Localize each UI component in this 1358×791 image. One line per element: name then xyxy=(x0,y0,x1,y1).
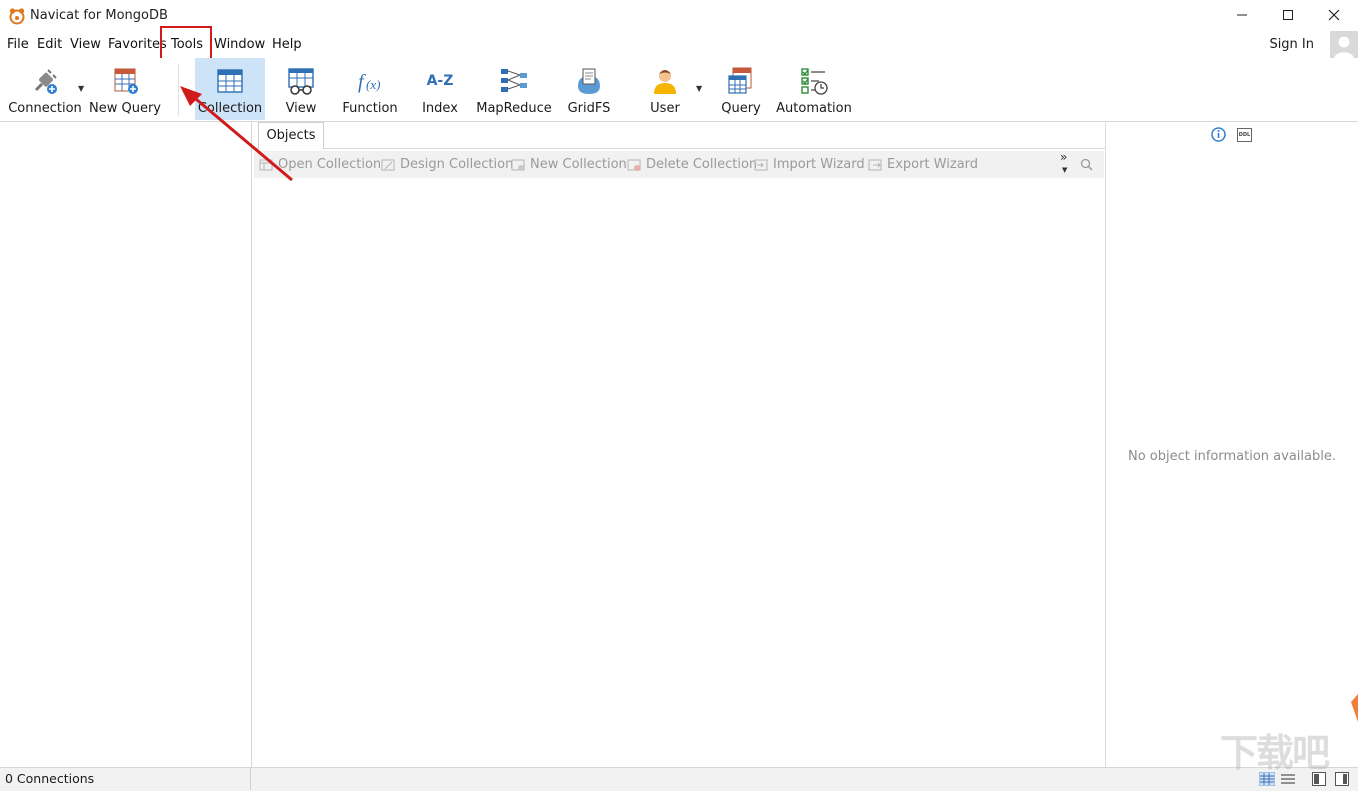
design-collection-button[interactable]: Design Collection xyxy=(381,157,513,172)
new-collection-icon xyxy=(511,159,525,171)
export-wizard-button[interactable]: Export Wizard xyxy=(868,157,978,172)
maximize-button[interactable] xyxy=(1265,0,1311,30)
list-view-icon[interactable] xyxy=(1280,772,1296,786)
function-fx-icon: f (x) xyxy=(358,71,380,93)
annotation-arrow-icon xyxy=(180,86,293,182)
user-label: User xyxy=(650,101,680,116)
function-button[interactable]: f (x) Function xyxy=(340,58,400,120)
search-icon[interactable] xyxy=(1080,158,1093,171)
index-az-icon: A-Z xyxy=(426,73,454,89)
query-icon xyxy=(728,67,752,94)
mapreduce-label: MapReduce xyxy=(476,101,552,116)
tools-highlight-box xyxy=(160,26,212,61)
menu-view[interactable]: View xyxy=(70,37,101,52)
user-dropdown-icon[interactable]: ▼ xyxy=(696,84,702,93)
ddl-icon[interactable]: DDL xyxy=(1237,128,1252,142)
new-query-label: New Query xyxy=(89,101,161,116)
menu-help[interactable]: Help xyxy=(272,37,302,52)
delete-collection-icon xyxy=(627,159,641,171)
export-wizard-label: Export Wizard xyxy=(887,157,979,172)
no-info-message: No object information available. xyxy=(1128,449,1336,464)
gridfs-label: GridFS xyxy=(567,101,611,116)
design-collection-label: Design Collection xyxy=(400,157,514,172)
close-button[interactable] xyxy=(1311,0,1357,30)
index-label: Index xyxy=(422,101,458,116)
sign-in-link[interactable]: Sign In xyxy=(1269,37,1314,52)
tab-bar xyxy=(252,122,1105,149)
gridfs-button[interactable]: GridFS xyxy=(563,58,615,120)
minimize-icon xyxy=(1237,14,1247,16)
gridfs-icon xyxy=(578,68,600,94)
connections-count: 0 Connections xyxy=(5,771,95,786)
plug-icon xyxy=(34,69,57,94)
new-collection-label: New Collection xyxy=(530,157,627,172)
window-title: Navicat for MongoDB xyxy=(30,8,168,23)
grid-view-icon[interactable] xyxy=(1259,772,1275,786)
query-label: Query xyxy=(721,101,761,116)
menu-window[interactable]: Window xyxy=(214,37,265,52)
new-query-button[interactable]: New Query xyxy=(89,58,161,120)
status-bar xyxy=(0,767,1358,791)
import-wizard-icon xyxy=(754,159,768,170)
design-collection-icon xyxy=(381,159,395,170)
more-tools-dropdown-icon[interactable]: ▼ xyxy=(1062,166,1067,174)
connections-pane[interactable] xyxy=(0,122,252,767)
connection-dropdown-icon[interactable]: ▼ xyxy=(78,84,84,93)
maximize-icon xyxy=(1283,10,1293,20)
more-tools-chevron-icon[interactable]: » xyxy=(1060,150,1067,164)
avatar-icon[interactable] xyxy=(1330,31,1358,59)
menu-file[interactable]: File xyxy=(7,37,29,52)
user-button[interactable]: User xyxy=(640,58,690,120)
navicat-logo-icon xyxy=(9,8,25,25)
user-person-icon xyxy=(654,70,676,94)
automation-label: Automation xyxy=(776,101,852,116)
automation-icon xyxy=(801,68,828,95)
delete-collection-button[interactable]: Delete Collection xyxy=(627,157,757,172)
watermark-logo: 下载吧 xyxy=(1220,731,1330,775)
close-icon xyxy=(1328,9,1340,21)
info-pane xyxy=(1106,122,1358,767)
import-wizard-button[interactable]: Import Wizard xyxy=(754,157,865,172)
function-label: Function xyxy=(342,101,398,116)
connection-label: Connection xyxy=(8,101,82,116)
svg-text:(x): (x) xyxy=(366,77,380,92)
svg-text:f: f xyxy=(358,71,366,93)
new-collection-button[interactable]: New Collection xyxy=(511,157,627,172)
status-separator xyxy=(250,768,251,790)
index-button[interactable]: A-Z Index xyxy=(415,58,465,120)
export-wizard-icon xyxy=(868,159,882,170)
mapreduce-icon xyxy=(501,69,527,92)
minimize-button[interactable] xyxy=(1219,0,1265,30)
import-wizard-label: Import Wizard xyxy=(773,157,865,172)
connection-button[interactable]: Connection xyxy=(8,58,82,120)
detail-view-icon[interactable] xyxy=(1312,772,1326,786)
query-button[interactable]: Query xyxy=(716,58,766,120)
panel-toggle-icon[interactable] xyxy=(1335,772,1349,786)
automation-button[interactable]: Automation xyxy=(776,58,852,120)
mapreduce-button[interactable]: MapReduce xyxy=(476,58,552,120)
info-icon[interactable] xyxy=(1211,127,1226,142)
menu-edit[interactable]: Edit xyxy=(37,37,62,52)
new-query-icon xyxy=(114,68,138,94)
objects-pane[interactable] xyxy=(252,122,1106,767)
delete-collection-label: Delete Collection xyxy=(646,157,758,172)
menu-favorites[interactable]: Favorites xyxy=(108,37,167,52)
side-badge-icon xyxy=(1351,694,1358,722)
